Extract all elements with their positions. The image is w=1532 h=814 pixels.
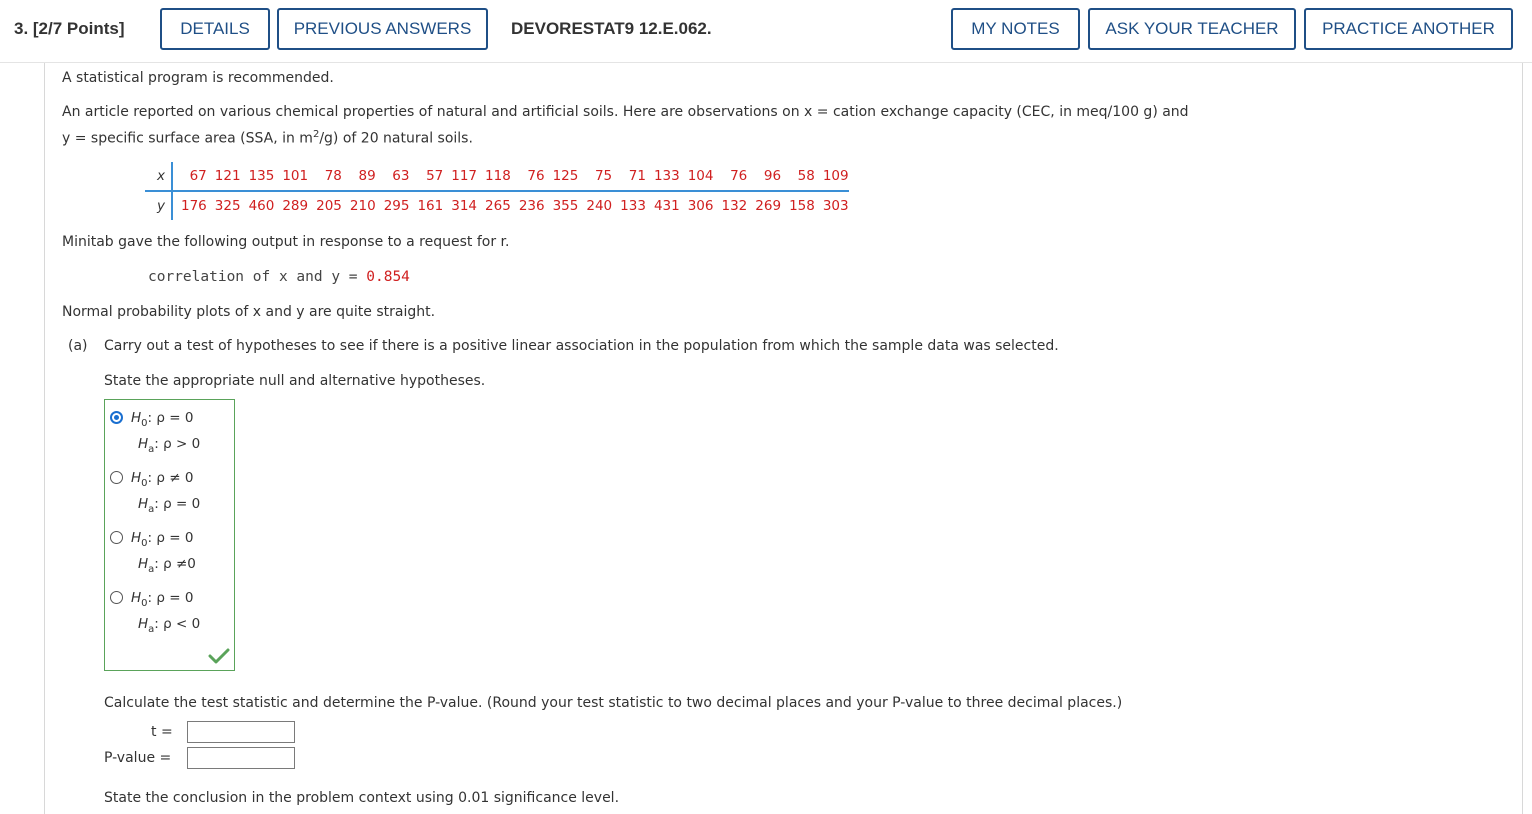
minitab-intro: Minitab gave the following output in res… bbox=[62, 234, 510, 250]
data-table: x 67 121 135 101 78 89 63 57 117 118 76 125 75 71 133 1… bbox=[145, 162, 849, 220]
y-value-cell: 133 bbox=[620, 198, 646, 214]
x-value-cell: 101 bbox=[274, 162, 309, 192]
x-value-cell: 67 bbox=[172, 162, 207, 192]
y-value-cell: 431 bbox=[653, 198, 680, 214]
y-value-cell: 265 bbox=[485, 198, 511, 214]
y-value-cell: 303 bbox=[822, 198, 849, 214]
x-value-cell: 78 bbox=[308, 162, 342, 192]
minitab-output: correlation of x and y = 0.854 bbox=[148, 269, 410, 285]
ask-your-teacher-button[interactable]: ASK YOUR TEACHER bbox=[1088, 8, 1296, 50]
alternative-hypothesis: Ha: ρ ≠0 bbox=[138, 556, 196, 575]
y-value-cell: 161 bbox=[417, 198, 444, 214]
intro-line-2: y = specific surface area (SSA, in m2/g)… bbox=[62, 129, 473, 147]
x-value-cell: 121 bbox=[206, 162, 241, 192]
y-value-cell: 236 bbox=[518, 198, 545, 214]
x-row-label: x bbox=[145, 162, 173, 192]
normal-plots-text: Normal probability plots of x and y are … bbox=[62, 304, 436, 320]
y-value-cell: 205 bbox=[316, 198, 342, 214]
p-value-input[interactable] bbox=[187, 747, 295, 769]
question-code: DEVORESTAT9 12.E.062. bbox=[511, 19, 712, 38]
question-number: 3. [2/7 Points] bbox=[14, 19, 125, 38]
x-value-cell: 58 bbox=[781, 162, 815, 192]
y-value-cell: 355 bbox=[552, 198, 579, 214]
details-button[interactable]: DETAILS bbox=[160, 8, 270, 50]
x-value-cell: 125 bbox=[544, 162, 579, 192]
null-hypothesis-relation: : ρ = 0 bbox=[147, 530, 194, 546]
null-hypothesis: H0: ρ = 0 bbox=[131, 410, 194, 429]
y-value-cell: 314 bbox=[451, 198, 478, 214]
correlation-text: correlation of x and y = bbox=[148, 269, 367, 285]
y-value-cell: 325 bbox=[214, 198, 241, 214]
y-value-cell: 460 bbox=[248, 198, 275, 214]
content-right-border bbox=[1522, 63, 1523, 814]
null-hypothesis-relation: : ρ ≠ 0 bbox=[147, 470, 194, 486]
x-value-cell: 76 bbox=[713, 162, 748, 192]
x-value-cell: 109 bbox=[814, 162, 849, 192]
x-value-cell: 63 bbox=[375, 162, 410, 192]
t-label: t = bbox=[151, 724, 173, 740]
alternative-hypothesis-relation: : ρ = 0 bbox=[154, 496, 201, 512]
practice-another-button[interactable]: PRACTICE ANOTHER bbox=[1304, 8, 1513, 50]
null-hypothesis: H0: ρ = 0 bbox=[131, 530, 194, 549]
intro-line-2-b: /g) of 20 natural soils. bbox=[319, 130, 473, 147]
alternative-hypothesis: Ha: ρ = 0 bbox=[138, 496, 201, 515]
correlation-value: 0.854 bbox=[366, 269, 410, 285]
x-value-cell: 104 bbox=[679, 162, 714, 192]
recommendation-text: A statistical program is recommended. bbox=[62, 70, 334, 86]
calc-prompt: Calculate the test statistic and determi… bbox=[104, 695, 1123, 711]
y-value-cell: 158 bbox=[789, 198, 815, 214]
intro-line-1: An article reported on various chemical … bbox=[62, 104, 1189, 120]
x-value-cell: 75 bbox=[578, 162, 613, 192]
x-value-cell: 89 bbox=[341, 162, 376, 192]
alternative-hypothesis-relation: : ρ < 0 bbox=[154, 616, 201, 632]
null-hypothesis-relation: : ρ = 0 bbox=[147, 590, 194, 606]
hypothesis-option-radio[interactable] bbox=[110, 591, 123, 604]
null-hypothesis: H0: ρ ≠ 0 bbox=[131, 470, 194, 489]
hypothesis-option-radio[interactable] bbox=[110, 531, 123, 544]
y-value-cell: 176 bbox=[181, 198, 207, 214]
checkmark-icon bbox=[208, 648, 230, 664]
hypotheses-prompt: State the appropriate null and alternati… bbox=[104, 373, 486, 389]
part-a-prompt: Carry out a test of hypotheses to see if… bbox=[104, 338, 1059, 354]
null-hypothesis-relation: : ρ = 0 bbox=[147, 410, 194, 426]
x-value-cell: 133 bbox=[645, 162, 680, 192]
x-row: x 67 121 135 101 78 89 63 57 117 118 76 125 75 71 133 1… bbox=[145, 162, 849, 192]
y-value-cell: 295 bbox=[383, 198, 410, 214]
x-value-cell: 71 bbox=[612, 162, 646, 192]
p-value-label: P-value = bbox=[104, 750, 172, 766]
hypothesis-option-radio[interactable] bbox=[110, 411, 123, 424]
null-hypothesis: H0: ρ = 0 bbox=[131, 590, 194, 609]
intro-line-2-a: y = specific surface area (SSA, in m bbox=[62, 130, 313, 147]
y-value-cell: 210 bbox=[349, 198, 376, 214]
my-notes-button[interactable]: MY NOTES bbox=[951, 8, 1080, 50]
y-value-cell: 132 bbox=[721, 198, 748, 214]
x-value-cell: 135 bbox=[240, 162, 275, 192]
alternative-hypothesis: Ha: ρ > 0 bbox=[138, 436, 201, 455]
x-value-cell: 117 bbox=[443, 162, 478, 192]
x-value-cell: 118 bbox=[477, 162, 511, 192]
x-value-cell: 96 bbox=[747, 162, 782, 192]
y-value-cell: 289 bbox=[282, 198, 309, 214]
y-row: y 176 325 460 289 205 210 295 161 314 265 236 355 24… bbox=[145, 191, 849, 220]
alternative-hypothesis-relation: : ρ > 0 bbox=[154, 436, 201, 452]
x-value-cell: 76 bbox=[510, 162, 545, 192]
y-value-cell: 306 bbox=[687, 198, 714, 214]
conclusion-prompt: State the conclusion in the problem cont… bbox=[104, 790, 620, 806]
alternative-hypothesis-relation: : ρ ≠0 bbox=[154, 556, 196, 572]
question-header: 3. [2/7 Points] DETAILS PREVIOUS ANSWERS… bbox=[0, 0, 1532, 63]
y-row-label: y bbox=[145, 191, 173, 220]
x-value-cell: 57 bbox=[409, 162, 444, 192]
content-left-border bbox=[44, 63, 45, 814]
y-value-cell: 240 bbox=[586, 198, 613, 214]
part-a-label: (a) bbox=[68, 338, 88, 354]
y-value-cell: 269 bbox=[755, 198, 782, 214]
t-statistic-input[interactable] bbox=[187, 721, 295, 743]
previous-answers-button[interactable]: PREVIOUS ANSWERS bbox=[277, 8, 488, 50]
alternative-hypothesis: Ha: ρ < 0 bbox=[138, 616, 201, 635]
hypothesis-option-radio[interactable] bbox=[110, 471, 123, 484]
